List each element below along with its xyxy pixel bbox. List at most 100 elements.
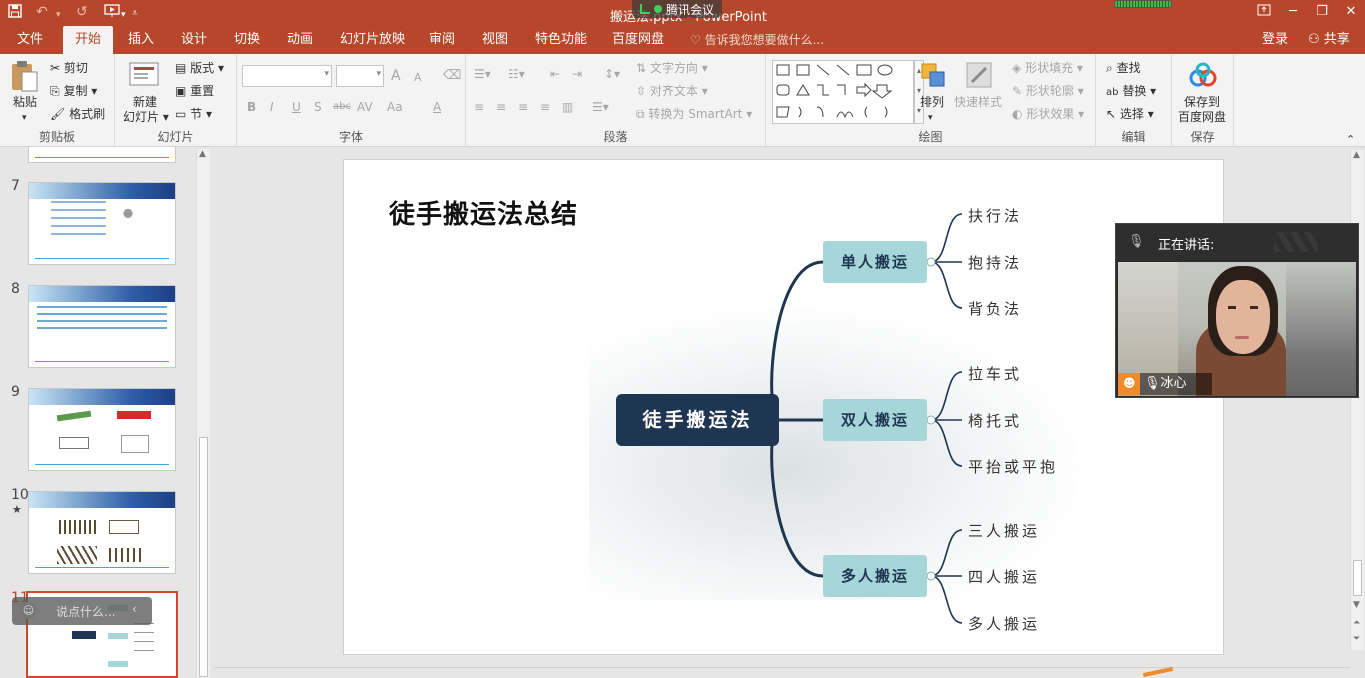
- shape-outline-button[interactable]: ✎ 形状轮廓 ▾: [1012, 83, 1084, 99]
- undo-dropdown-icon[interactable]: ▾: [56, 7, 61, 23]
- new-slide-line1[interactable]: 新建: [133, 94, 157, 110]
- present-dropdown-icon[interactable]: ▾: [121, 7, 126, 23]
- login-link[interactable]: 登录: [1262, 26, 1288, 54]
- present-from-start-icon[interactable]: [104, 4, 120, 22]
- slide-scroll-thumb[interactable]: [1353, 560, 1362, 596]
- cut-button[interactable]: ✂ 剪切: [50, 60, 88, 76]
- thumbnail-scrollbar[interactable]: ▲: [196, 149, 210, 678]
- font-name-dropdown-icon[interactable]: ▾: [324, 69, 329, 79]
- mindmap-branch-double[interactable]: 双人搬运: [823, 399, 927, 441]
- shape-fill-button[interactable]: ◈ 形状填充 ▾: [1012, 60, 1083, 76]
- paste-dropdown-icon[interactable]: ▾: [22, 110, 27, 126]
- new-slide-icon[interactable]: [129, 60, 159, 90]
- meeting-video-panel[interactable]: 🎙 正在讲话: ☻ 🎙冰心: [1115, 223, 1359, 398]
- align-right-icon[interactable]: ≡: [518, 99, 528, 115]
- mindmap-leaf[interactable]: 多人搬运: [968, 613, 1040, 634]
- mindmap-leaf[interactable]: 拉车式: [968, 363, 1022, 384]
- collapse-chat-icon[interactable]: ‹: [132, 602, 137, 616]
- tab-baidu-netdisk[interactable]: 百度网盘: [612, 26, 664, 54]
- mindmap-leaf[interactable]: 四人搬运: [968, 566, 1040, 587]
- previous-slide-icon[interactable]: ⏶: [1353, 618, 1360, 628]
- font-size-dropdown-icon[interactable]: ▾: [376, 69, 381, 79]
- numbering-icon[interactable]: ☷▾: [508, 66, 525, 82]
- font-name-combo[interactable]: ▾: [242, 65, 332, 87]
- tab-design[interactable]: 设计: [181, 26, 207, 54]
- scroll-up-icon[interactable]: ▲: [199, 149, 206, 159]
- mindmap-leaf[interactable]: 抱持法: [968, 252, 1022, 273]
- chat-input-overlay[interactable]: ☺ 说点什么... ‹: [12, 597, 152, 625]
- tell-me-box[interactable]: ♡ 告诉我您想要做什么...: [690, 26, 824, 54]
- quick-styles-icon[interactable]: [964, 60, 994, 90]
- grow-font-icon[interactable]: A: [391, 68, 401, 84]
- meeting-status-pill[interactable]: 腾讯会议: [632, 0, 723, 18]
- save-to-line1[interactable]: 保存到: [1184, 94, 1220, 110]
- align-center-icon[interactable]: ≡: [496, 99, 506, 115]
- mindmap-leaf[interactable]: 平抬或平抱: [968, 456, 1058, 477]
- tab-insert[interactable]: 插入: [128, 26, 154, 54]
- tab-slideshow[interactable]: 幻灯片放映: [340, 26, 405, 54]
- align-text-button[interactable]: ⇳ 对齐文本 ▾: [636, 83, 708, 99]
- slide-6-thumbnail-partial[interactable]: [28, 147, 176, 163]
- decrease-indent-icon[interactable]: ⇤: [550, 66, 560, 82]
- columns-icon[interactable]: ☰▾: [592, 99, 609, 115]
- slide-10-thumbnail[interactable]: [28, 491, 176, 574]
- convert-smartart-button[interactable]: ⧉ 转换为 SmartArt ▾: [636, 106, 752, 122]
- clear-formatting-icon[interactable]: ⌫: [443, 68, 461, 84]
- close-icon[interactable]: ✕: [1342, 4, 1360, 20]
- slide-scroll-down-icon[interactable]: ▼: [1353, 600, 1360, 610]
- slide-scroll-up-icon[interactable]: ▲: [1353, 150, 1360, 160]
- char-spacing-button[interactable]: AV: [357, 99, 373, 115]
- shape-effects-button[interactable]: ◐ 形状效果 ▾: [1012, 106, 1084, 122]
- shapes-gallery[interactable]: [772, 60, 914, 124]
- section-button[interactable]: ▭ 节 ▾: [175, 106, 212, 122]
- align-left-icon[interactable]: ≡: [474, 99, 484, 115]
- shrink-font-icon[interactable]: A: [414, 70, 422, 86]
- strikethrough-button[interactable]: abc: [333, 99, 351, 115]
- ribbon-display-options-icon[interactable]: [1255, 4, 1273, 20]
- tab-file[interactable]: 文件: [17, 26, 43, 54]
- paste-icon[interactable]: [10, 60, 40, 92]
- tab-transitions[interactable]: 切换: [234, 26, 260, 54]
- tab-home[interactable]: 开始: [63, 26, 114, 54]
- mindmap-leaf[interactable]: 三人搬运: [968, 520, 1040, 541]
- paste-button[interactable]: 粘贴: [13, 94, 37, 110]
- mindmap-leaf[interactable]: 椅托式: [968, 410, 1022, 431]
- text-direction-button[interactable]: ⇅ 文字方向 ▾: [636, 60, 708, 76]
- minimize-icon[interactable]: ─: [1284, 4, 1302, 20]
- tab-special-features[interactable]: 特色功能: [535, 26, 587, 54]
- tab-view[interactable]: 视图: [482, 26, 508, 54]
- copy-button[interactable]: ⎘ 复制 ▾: [50, 83, 97, 99]
- reset-button[interactable]: ▣ 重置: [175, 83, 214, 99]
- mindmap-root-node[interactable]: 徒手搬运法: [616, 394, 779, 446]
- find-button[interactable]: ⌕ 查找: [1106, 60, 1141, 76]
- restore-icon[interactable]: ❐: [1313, 4, 1331, 20]
- font-color-button[interactable]: A: [433, 99, 441, 115]
- justify-icon[interactable]: ≡: [540, 99, 550, 115]
- new-slide-line2[interactable]: 幻灯片 ▾: [123, 109, 169, 125]
- quick-styles-button[interactable]: 快速样式: [954, 94, 1002, 110]
- tab-review[interactable]: 审阅: [429, 26, 455, 54]
- mindmap-leaf[interactable]: 背负法: [968, 298, 1022, 319]
- select-button[interactable]: ↖ 选择 ▾: [1106, 106, 1154, 122]
- save-icon[interactable]: [8, 4, 22, 22]
- replace-button[interactable]: ab 替换 ▾: [1106, 83, 1156, 101]
- save-to-line2[interactable]: 百度网盘: [1178, 109, 1226, 125]
- distribute-icon[interactable]: ▥: [562, 99, 573, 115]
- mindmap-leaf[interactable]: 扶行法: [968, 205, 1022, 226]
- layout-button[interactable]: ▤ 版式 ▾: [175, 60, 224, 76]
- slide-9-thumbnail[interactable]: [28, 388, 176, 471]
- slide-canvas[interactable]: 徒手搬运法总结 徒手搬运法 单人搬运 双人搬运 多人搬运 扶行法 抱持法 背负法…: [343, 159, 1224, 655]
- mindmap-branch-multi[interactable]: 多人搬运: [823, 555, 927, 597]
- share-button[interactable]: ⚇ 共享: [1302, 28, 1356, 52]
- underline-button[interactable]: U: [292, 99, 301, 115]
- arrange-dropdown-icon[interactable]: ▾: [928, 110, 933, 126]
- baidu-cloud-icon[interactable]: [1188, 62, 1218, 92]
- italic-button[interactable]: I: [270, 99, 274, 115]
- undo-icon[interactable]: ↶: [36, 4, 48, 20]
- format-painter-button[interactable]: 🖌 格式刷: [50, 106, 105, 122]
- font-size-combo[interactable]: ▾: [336, 65, 384, 87]
- tab-animations[interactable]: 动画: [287, 26, 313, 54]
- change-case-button[interactable]: Aa: [387, 99, 403, 115]
- arrange-button[interactable]: 排列: [920, 94, 944, 110]
- emoji-icon[interactable]: ☺: [20, 602, 37, 619]
